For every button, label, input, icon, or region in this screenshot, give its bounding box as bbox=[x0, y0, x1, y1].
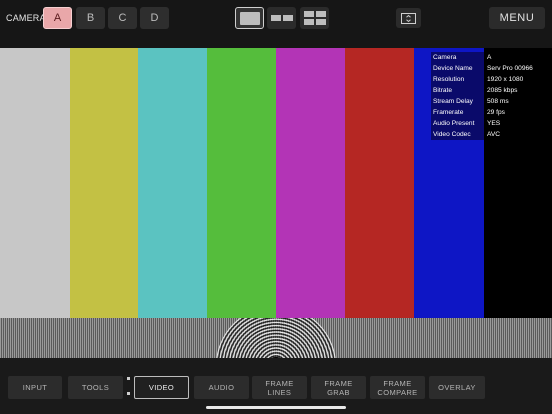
info-value: A bbox=[487, 54, 492, 61]
single-view-button[interactable] bbox=[235, 7, 264, 29]
zone-plate-pattern bbox=[0, 318, 552, 358]
dual-view-icon bbox=[270, 15, 293, 21]
single-view-icon bbox=[239, 11, 260, 25]
top-bar: CAMERA A B C D MENU bbox=[0, 0, 552, 48]
quad-view-icon bbox=[303, 11, 326, 25]
page-indicator bbox=[127, 377, 131, 407]
info-key: Stream Delay bbox=[431, 96, 484, 107]
camera-a-button[interactable]: A bbox=[43, 7, 72, 29]
info-row: Audio Present YES bbox=[431, 118, 533, 129]
fullscreen-button[interactable] bbox=[396, 8, 421, 28]
dual-view-button[interactable] bbox=[267, 7, 296, 29]
info-row: Resolution 1920 x 1080 bbox=[431, 74, 533, 85]
fullscreen-icon bbox=[401, 12, 416, 24]
info-key: Device Name bbox=[431, 63, 484, 74]
info-key: Framerate bbox=[431, 107, 484, 118]
color-bar-yellow bbox=[70, 48, 138, 318]
tab-frame-lines[interactable]: FRAME LINES bbox=[252, 376, 307, 399]
info-value: 29 fps bbox=[487, 109, 505, 116]
color-bar-green bbox=[207, 48, 276, 318]
quad-view-button[interactable] bbox=[300, 7, 329, 29]
bottom-toolbar: INPUT TOOLS VIDEO AUDIO FRAME LINES FRAME… bbox=[0, 358, 552, 414]
info-row: Bitrate 2085 kbps bbox=[431, 85, 533, 96]
info-value: 2085 kbps bbox=[487, 87, 518, 94]
menu-button[interactable]: MENU bbox=[489, 7, 545, 29]
info-row: Device Name Serv Pro 00966 bbox=[431, 63, 533, 74]
tab-frame-grab[interactable]: FRAME GRAB bbox=[311, 376, 366, 399]
zone-plate-rings bbox=[0, 318, 552, 358]
info-row: Stream Delay 508 ms bbox=[431, 96, 533, 107]
camera-b-button[interactable]: B bbox=[76, 7, 105, 29]
info-value: YES bbox=[487, 120, 501, 127]
color-bar-cyan bbox=[138, 48, 207, 318]
info-key: Bitrate bbox=[431, 85, 484, 96]
tab-audio[interactable]: AUDIO bbox=[194, 376, 249, 399]
info-row: Video Codec AVC bbox=[431, 129, 533, 140]
video-preview: Camera A Device Name Serv Pro 00966 Resoluti… bbox=[0, 48, 552, 358]
camera-d-button[interactable]: D bbox=[140, 7, 169, 29]
info-row: Camera A bbox=[431, 52, 533, 63]
camera-c-button[interactable]: C bbox=[108, 7, 137, 29]
home-indicator[interactable] bbox=[206, 406, 346, 409]
info-row: Framerate 29 fps bbox=[431, 107, 533, 118]
info-key: Camera bbox=[431, 52, 484, 63]
camera-label: CAMERA bbox=[6, 13, 46, 23]
info-value: 508 ms bbox=[487, 98, 509, 105]
stream-info-overlay: Camera A Device Name Serv Pro 00966 Resoluti… bbox=[431, 52, 533, 140]
color-bar-magenta bbox=[276, 48, 345, 318]
color-bar-gray bbox=[0, 48, 70, 318]
tab-input[interactable]: INPUT bbox=[8, 376, 62, 399]
tab-tools[interactable]: TOOLS bbox=[68, 376, 123, 399]
tab-overlay[interactable]: OVERLAY bbox=[429, 376, 485, 399]
info-key: Audio Present bbox=[431, 118, 484, 129]
tab-video[interactable]: VIDEO bbox=[134, 376, 189, 399]
info-value: Serv Pro 00966 bbox=[487, 65, 533, 72]
color-bar-red bbox=[345, 48, 414, 318]
info-key: Video Codec bbox=[431, 129, 484, 140]
tab-frame-compare[interactable]: FRAME COMPARE bbox=[370, 376, 425, 399]
info-value: 1920 x 1080 bbox=[487, 76, 524, 83]
info-key: Resolution bbox=[431, 74, 484, 85]
info-value: AVC bbox=[487, 131, 501, 138]
